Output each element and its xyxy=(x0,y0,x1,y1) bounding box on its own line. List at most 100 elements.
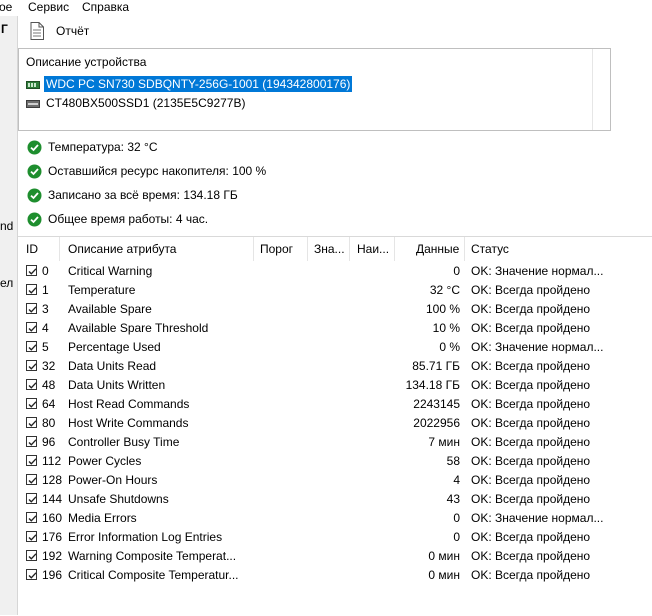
status-total-written: Записано за всё время: 134.18 ГБ xyxy=(27,187,238,203)
cell-data: 10 % xyxy=(432,321,460,335)
cell-description: Critical Warning xyxy=(68,264,153,278)
column-header-data[interactable]: Данные xyxy=(395,237,465,261)
column-header-threshold[interactable]: Порог xyxy=(254,237,308,261)
cell-data: 0 мин xyxy=(428,549,460,563)
cell-status: OK: Значение нормал... xyxy=(471,264,604,278)
device-item-selected[interactable]: WDC PC SN730 SDBQNTY-256G-1001 (19434280… xyxy=(26,75,353,92)
row-checkbox[interactable] xyxy=(26,265,37,276)
row-checkbox[interactable] xyxy=(26,417,37,428)
row-checkbox[interactable] xyxy=(26,341,37,352)
cell-description: Temperature xyxy=(68,283,136,297)
cell-description: Unsafe Shutdowns xyxy=(68,492,169,506)
cell-status: OK: Всегда пройдено xyxy=(471,302,591,316)
table-row[interactable]: 176 Error Information Log Entries 0 OK: Все… xyxy=(18,528,652,547)
left-fragment-1: Г xyxy=(1,22,8,36)
drive-icon xyxy=(26,98,40,108)
row-checkbox[interactable] xyxy=(26,436,37,447)
status-text: Оставшийся ресурс накопителя: 100 % xyxy=(48,164,267,178)
table-header: ID Описание атрибута Порог Зна... Наи...… xyxy=(18,237,652,261)
row-checkbox[interactable] xyxy=(26,284,37,295)
cell-status: OK: Значение нормал... xyxy=(471,511,604,525)
row-checkbox[interactable] xyxy=(26,550,37,561)
cell-description: Available Spare Threshold xyxy=(68,321,209,335)
row-checkbox[interactable] xyxy=(26,569,37,580)
table-row[interactable]: 128 Power-On Hours 4 OK: Всегда пройдено xyxy=(18,471,652,490)
row-checkbox[interactable] xyxy=(26,398,37,409)
cell-description: Data Units Read xyxy=(68,359,157,373)
cell-status: OK: Всегда пройдено xyxy=(471,492,591,506)
status-text: Записано за всё время: 134.18 ГБ xyxy=(48,188,238,202)
row-checkbox[interactable] xyxy=(26,455,37,466)
row-checkbox[interactable] xyxy=(26,474,37,485)
cell-data: 58 xyxy=(446,454,460,468)
status-text: Общее время работы: 4 час. xyxy=(48,212,209,226)
device-item[interactable]: CT480BX500SSD1 (2135E5C9277B) xyxy=(26,94,247,111)
table-row[interactable]: 160 Media Errors 0 OK: Значение нормал... xyxy=(18,509,652,528)
cell-status: OK: Всегда пройдено xyxy=(471,454,591,468)
cell-data: 2022956 xyxy=(413,416,460,430)
table-row[interactable]: 64 Host Read Commands 2243145 OK: Всегда пр… xyxy=(18,395,652,414)
status-power-on-time: Общее время работы: 4 час. xyxy=(27,211,208,227)
table-row[interactable]: 0 Critical Warning 0 OK: Значение нормал... xyxy=(18,262,652,281)
cell-description: Critical Composite Temperatur... xyxy=(68,568,239,582)
table-row[interactable]: 4 Available Spare Threshold 10 % OK: Всегда… xyxy=(18,319,652,338)
menu-help[interactable]: Справка xyxy=(82,0,129,15)
column-header-status[interactable]: Статус xyxy=(465,237,652,261)
table-row[interactable]: 80 Host Write Commands 2022956 OK: Всегда п… xyxy=(18,414,652,433)
table-row[interactable]: 48 Data Units Written 134.18 ГБ OK: Всегда … xyxy=(18,376,652,395)
column-header-value[interactable]: Зна... xyxy=(308,237,350,261)
cell-description: Percentage Used xyxy=(68,340,161,354)
device-label: WDC PC SN730 SDBQNTY-256G-1001 (19434280… xyxy=(44,75,353,92)
row-checkbox[interactable] xyxy=(26,379,37,390)
cell-data: 0 xyxy=(453,530,460,544)
cell-status: OK: Всегда пройдено xyxy=(471,530,591,544)
column-header-description[interactable]: Описание атрибута xyxy=(60,237,254,261)
device-label: CT480BX500SSD1 (2135E5C9277B) xyxy=(46,95,246,110)
cell-description: Controller Busy Time xyxy=(68,435,180,449)
cell-data: 43 xyxy=(446,492,460,506)
ok-check-icon xyxy=(27,212,42,227)
table-row[interactable]: 196 Critical Composite Temperatur... 0 мин… xyxy=(18,566,652,585)
device-list-scrollbar[interactable] xyxy=(592,49,610,130)
table-row[interactable]: 3 Available Spare 100 % OK: Всегда пройдено xyxy=(18,300,652,319)
cell-description: Warning Composite Temperat... xyxy=(68,549,237,563)
left-panel-strip: Г nd ел xyxy=(0,16,18,615)
cell-status: OK: Всегда пройдено xyxy=(471,378,591,392)
ok-check-icon xyxy=(27,164,42,179)
cell-data: 7 мин xyxy=(428,435,460,449)
column-header-worst[interactable]: Наи... xyxy=(350,237,395,261)
cell-status: OK: Всегда пройдено xyxy=(471,321,591,335)
row-checkbox[interactable] xyxy=(26,531,37,542)
menu-file-fragment[interactable]: ое xyxy=(0,0,12,15)
cell-status: OK: Всегда пройдено xyxy=(471,397,591,411)
cell-data: 85.71 ГБ xyxy=(412,359,460,373)
row-checkbox[interactable] xyxy=(26,360,37,371)
table-row[interactable]: 192 Warning Composite Temperat... 0 мин OK:… xyxy=(18,547,652,566)
cell-status: OK: Значение нормал... xyxy=(471,340,604,354)
table-row[interactable]: 96 Controller Busy Time 7 мин OK: Всегда пр… xyxy=(18,433,652,452)
menu-service[interactable]: Сервис xyxy=(28,0,69,15)
table-row[interactable]: 112 Power Cycles 58 OK: Всегда пройдено xyxy=(18,452,652,471)
table-row[interactable]: 32 Data Units Read 85.71 ГБ OK: Всегда прой… xyxy=(18,357,652,376)
report-button[interactable]: Отчёт xyxy=(30,20,89,42)
row-checkbox[interactable] xyxy=(26,303,37,314)
cell-description: Power Cycles xyxy=(68,454,142,468)
toolbar: Отчёт xyxy=(18,16,652,46)
cell-data: 4 xyxy=(453,473,460,487)
ok-check-icon xyxy=(27,188,42,203)
cell-status: OK: Всегда пройдено xyxy=(471,283,591,297)
row-checkbox[interactable] xyxy=(26,322,37,333)
cell-description: Error Information Log Entries xyxy=(68,530,223,544)
ok-check-icon xyxy=(27,140,42,155)
table-row[interactable]: 1 Temperature 32 °C OK: Всегда пройдено xyxy=(18,281,652,300)
row-checkbox[interactable] xyxy=(26,512,37,523)
row-checkbox[interactable] xyxy=(26,493,37,504)
left-fragment-2: nd xyxy=(0,219,14,233)
document-icon xyxy=(30,22,44,40)
table-row[interactable]: 144 Unsafe Shutdowns 43 OK: Всегда пройдено xyxy=(18,490,652,509)
smart-attributes-table: ID Описание атрибута Порог Зна... Наи...… xyxy=(18,236,652,616)
column-header-id[interactable]: ID xyxy=(18,237,60,261)
table-row[interactable]: 5 Percentage Used 0 % OK: Значение нормал..… xyxy=(18,338,652,357)
cell-description: Power-On Hours xyxy=(68,473,158,487)
status-text: Температура: 32 °C xyxy=(48,140,158,154)
